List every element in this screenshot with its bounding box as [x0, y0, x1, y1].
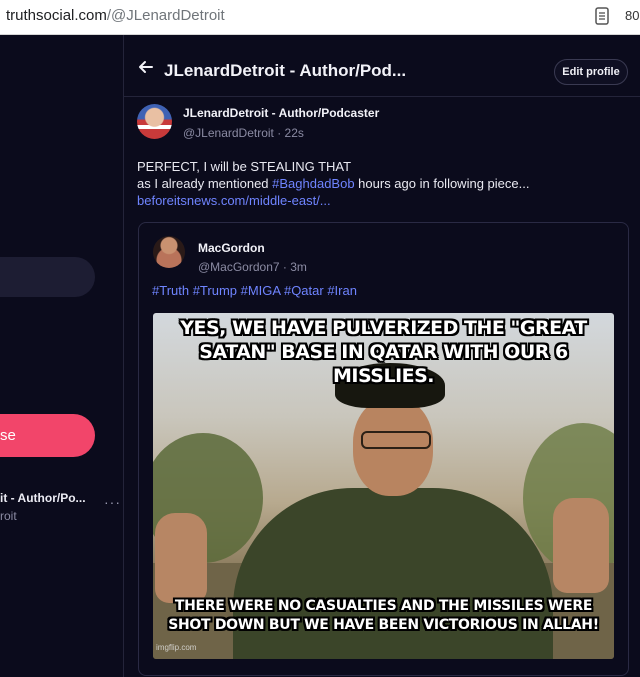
- post-line-2: as I already mentioned #BaghdadBob hours…: [137, 175, 632, 192]
- quote-avatar[interactable]: [153, 236, 185, 268]
- post-author-name[interactable]: JLenardDetroit - Author/Podcaster: [183, 106, 379, 120]
- account-handle: roit: [0, 509, 17, 523]
- post-line-1: PERFECT, I will be STEALING THAT: [137, 159, 352, 174]
- back-arrow-icon[interactable]: [138, 59, 154, 75]
- url-text[interactable]: truthsocial.com/@JLenardDetroit: [6, 7, 225, 24]
- meme-figure-glasses: [361, 431, 431, 449]
- quoted-post[interactable]: MacGordon @MacGordon7 · 3m #Truth #Trump…: [138, 222, 629, 676]
- hashtag-link[interactable]: #BaghdadBob: [272, 176, 354, 191]
- zoom-level-cut: 80: [625, 8, 640, 23]
- meme-bottom-caption: THERE WERE NO CASUALTIES AND THE MISSILE…: [168, 598, 599, 633]
- meme-hand-right: [553, 498, 609, 593]
- reader-mode-icon[interactable]: [594, 6, 610, 26]
- quote-author-handle: @MacGordon7 · 3m: [198, 260, 307, 274]
- search-pill[interactable]: [0, 257, 95, 297]
- url-host: truthsocial.com: [6, 7, 107, 24]
- meme-top-caption: YES, WE HAVE PULVERIZED THE "GREAT SATAN…: [180, 317, 587, 387]
- post-line-2-prefix: as I already mentioned: [137, 176, 273, 191]
- article-link[interactable]: beforeitsnews.com/middle-east/...: [137, 192, 632, 209]
- profile-header: JLenardDetroit - Author/Pod... Edit prof…: [124, 35, 640, 97]
- post-author-handle: @JLenardDetroit · 22s: [183, 126, 304, 140]
- left-sidebar: se it - Author/Po... roit ···: [0, 35, 124, 677]
- compose-button[interactable]: se: [0, 414, 95, 457]
- quote-hashtags[interactable]: #Truth #Trump #MIGA #Qatar #Iran: [152, 283, 357, 298]
- page-title: JLenardDetroit - Author/Pod...: [164, 61, 407, 80]
- more-icon[interactable]: ···: [104, 494, 121, 510]
- main-column: JLenardDetroit - Author/Pod... Edit prof…: [124, 35, 640, 677]
- post-line-2-suffix: hours ago in following piece...: [354, 176, 530, 191]
- edit-profile-button[interactable]: Edit profile: [554, 59, 628, 85]
- browser-address-bar[interactable]: truthsocial.com/@JLenardDetroit 80: [0, 0, 640, 35]
- post-body: PERFECT, I will be STEALING THAT as I al…: [137, 158, 632, 209]
- meme-hand-left: [155, 513, 207, 603]
- avatar[interactable]: [137, 104, 172, 139]
- meme-image[interactable]: YES, WE HAVE PULVERIZED THE "GREAT SATAN…: [153, 313, 614, 659]
- account-name[interactable]: it - Author/Po...: [0, 491, 86, 505]
- meme-watermark: imgflip.com: [156, 643, 197, 652]
- url-path: /@JLenardDetroit: [106, 7, 225, 24]
- compose-button-label: se: [0, 427, 16, 444]
- quote-author-name[interactable]: MacGordon: [198, 241, 265, 255]
